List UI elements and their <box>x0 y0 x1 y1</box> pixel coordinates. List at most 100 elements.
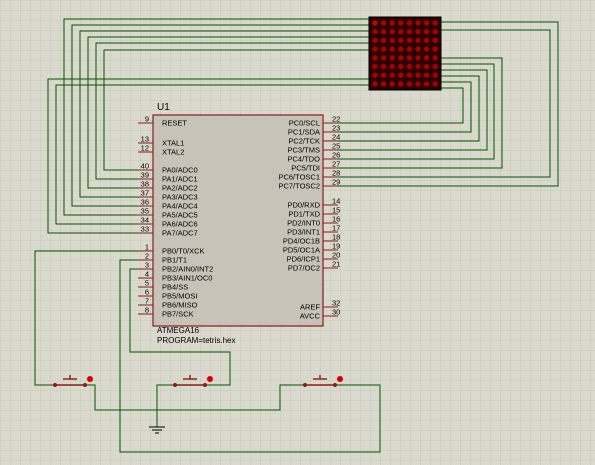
pin-number: 4 <box>145 270 149 279</box>
led-dot <box>423 81 430 87</box>
pin-label: AREF <box>300 303 320 312</box>
led-dot <box>380 72 387 78</box>
led-dot <box>389 29 395 35</box>
pin-number: 22 <box>332 115 340 124</box>
pin-number: 14 <box>332 197 340 206</box>
button-terminal <box>173 383 177 387</box>
pin-label: AVCC <box>300 312 321 321</box>
button-indicator <box>207 376 213 382</box>
led-dot <box>398 20 404 26</box>
led-dot <box>398 81 404 87</box>
pin-label: PA6/ADC6 <box>162 220 198 229</box>
pin-label: XTAL2 <box>162 148 184 157</box>
pin-number: 27 <box>332 160 340 169</box>
led-dot <box>398 72 404 78</box>
led-dot <box>432 46 438 52</box>
led-dot <box>372 20 378 26</box>
pin-label: PD2/INT0 <box>287 219 320 228</box>
led-dot <box>432 37 438 44</box>
pin-number: 34 <box>141 216 149 225</box>
led-dot <box>398 46 404 52</box>
led-dot <box>432 72 438 78</box>
pin-label: PB5/MOSI <box>162 292 197 301</box>
led-dot <box>389 72 395 78</box>
pin-label: PB7/SCK <box>162 310 194 319</box>
pin-label: PC3/TMS <box>287 146 320 155</box>
pin-number: 24 <box>332 133 340 142</box>
pin-label: PC0/SCL <box>289 119 320 128</box>
led-dot <box>372 46 378 52</box>
led-dot <box>423 29 430 35</box>
led-dot <box>423 46 430 52</box>
led-dot <box>389 81 395 87</box>
pin-label: PB2/AIN0/INT2 <box>162 265 213 274</box>
pin-number: 32 <box>332 299 340 308</box>
led-dot <box>398 63 404 70</box>
led-dot <box>389 46 395 52</box>
led-dot <box>398 37 404 44</box>
led-dot <box>415 81 421 87</box>
pin-number: 2 <box>145 252 149 261</box>
pin-number: 33 <box>141 225 149 234</box>
button-terminal <box>303 383 307 387</box>
pin-number: 25 <box>332 142 340 151</box>
pin-label: PB6/MISO <box>162 301 198 310</box>
led-dot <box>406 20 413 26</box>
button-indicator <box>87 376 93 382</box>
led-dot <box>406 37 413 44</box>
pin-label: XTAL1 <box>162 139 184 148</box>
led-dot <box>415 20 421 26</box>
chip-reference: U1 <box>157 102 170 113</box>
button-terminal <box>83 383 87 387</box>
led-dot <box>372 72 378 78</box>
pin-number: 35 <box>141 207 149 216</box>
pin-number: 37 <box>141 189 149 198</box>
led-dot <box>406 55 413 61</box>
pin-label: PB0/T0/XCK <box>162 247 205 256</box>
pin-number: 13 <box>141 135 149 144</box>
pin-label: PC6/TOSC1 <box>278 173 320 182</box>
pin-number: 6 <box>145 288 149 297</box>
led-dot <box>423 63 430 70</box>
led-dot <box>389 37 395 44</box>
pin-label: PA5/ADC5 <box>162 211 198 220</box>
led-dot <box>415 72 421 78</box>
pin-label: PA0/ADC0 <box>162 166 198 175</box>
pin-number: 12 <box>141 144 149 153</box>
pin-number: 40 <box>141 162 149 171</box>
chip-program-label: PROGRAM=tetris.hex <box>157 336 235 345</box>
led-dot <box>398 29 404 35</box>
pin-label: PB3/AIN1/OC0 <box>162 274 212 283</box>
pin-number: 26 <box>332 151 340 160</box>
led-dot <box>432 63 438 70</box>
led-dot <box>406 72 413 78</box>
led-dot <box>415 29 421 35</box>
led-dot <box>423 55 430 61</box>
led-dot <box>380 63 387 70</box>
pin-label: PD4/OC1B <box>283 237 320 246</box>
pin-label: PD6/ICP1 <box>287 255 320 264</box>
led-dot <box>432 29 438 35</box>
led-dot <box>372 29 378 35</box>
pin-number: 36 <box>141 198 149 207</box>
led-dot <box>372 55 378 61</box>
led-dot <box>372 81 378 87</box>
pin-number: 28 <box>332 169 340 178</box>
pin-number: 9 <box>145 115 149 124</box>
atmega16-chip[interactable]: U1 9 RESET13 XTAL112 XTAL240 PA0/ADC039 PA1/A… <box>138 102 340 345</box>
pin-number: 39 <box>141 171 149 180</box>
led-dot <box>415 37 421 44</box>
pin-label: PA1/ADC1 <box>162 175 198 184</box>
led-dot <box>380 20 387 26</box>
led-dot <box>389 55 395 61</box>
pin-label: PB1/T1 <box>162 256 187 265</box>
led-dot <box>432 20 438 26</box>
pin-label: PD0/RXD <box>287 201 320 210</box>
led-dot <box>432 55 438 61</box>
led-dot <box>423 72 430 78</box>
pin-number: 18 <box>332 233 340 242</box>
led-dot <box>389 20 395 26</box>
pin-number: 19 <box>332 242 340 251</box>
pin-label: PC1/SDA <box>288 128 320 137</box>
button-terminal <box>203 383 207 387</box>
